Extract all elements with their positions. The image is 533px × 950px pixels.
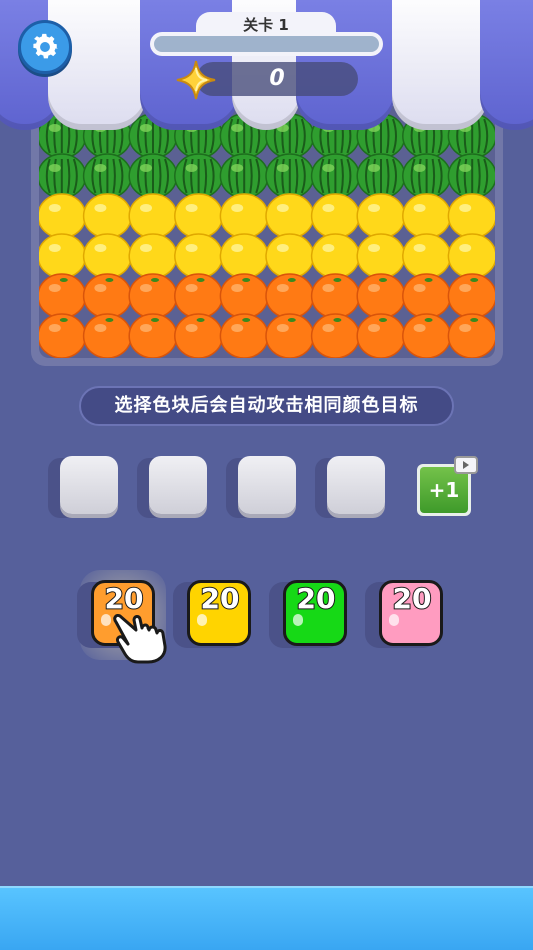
watermelon-fruit bbox=[265, 153, 315, 199]
score-counter: 0 bbox=[196, 62, 358, 96]
video-icon bbox=[454, 456, 478, 474]
fruit-grid bbox=[39, 113, 495, 358]
orange-fruit bbox=[39, 273, 87, 319]
lemon-fruit bbox=[219, 233, 269, 279]
orange-fruit bbox=[447, 273, 495, 319]
empty-slot bbox=[48, 456, 120, 518]
lemon-fruit bbox=[128, 233, 178, 279]
orange-fruit bbox=[447, 313, 495, 358]
watermelon-fruit bbox=[402, 153, 452, 199]
color-block-green[interactable]: 20 bbox=[269, 580, 349, 648]
lemon-fruit bbox=[265, 193, 315, 239]
orange-fruit bbox=[219, 273, 269, 319]
watermelon-fruit bbox=[39, 153, 87, 199]
lemon-fruit bbox=[402, 233, 452, 279]
orange-fruit bbox=[82, 313, 132, 358]
empty-slot bbox=[315, 456, 387, 518]
color-block-yellow[interactable]: 20 bbox=[173, 580, 253, 648]
orange-fruit bbox=[174, 313, 224, 358]
level-progress-bar bbox=[150, 32, 383, 56]
lemon-fruit bbox=[356, 233, 406, 279]
orange-fruit bbox=[219, 313, 269, 358]
orange-fruit bbox=[128, 273, 178, 319]
settings-button[interactable] bbox=[18, 20, 72, 74]
lemon-fruit bbox=[82, 233, 132, 279]
orange-fruit bbox=[356, 273, 406, 319]
empty-slot bbox=[137, 456, 209, 518]
lemon-fruit bbox=[174, 193, 224, 239]
lemon-fruit bbox=[447, 233, 495, 279]
orange-fruit bbox=[310, 313, 360, 358]
bottom-bar bbox=[0, 886, 533, 950]
lemon-fruit bbox=[219, 193, 269, 239]
lemon-fruit bbox=[174, 233, 224, 279]
block-count: 20 bbox=[296, 581, 337, 616]
color-block-pink[interactable]: 20 bbox=[365, 580, 445, 648]
hand-pointer-icon bbox=[113, 614, 167, 664]
fruit-board bbox=[31, 98, 503, 366]
lemon-fruit bbox=[39, 233, 87, 279]
watermelon-fruit bbox=[356, 153, 406, 199]
watermelon-fruit bbox=[219, 153, 269, 199]
orange-fruit bbox=[128, 313, 178, 358]
lemon-fruit bbox=[447, 193, 495, 239]
block-count: 20 bbox=[392, 581, 433, 616]
orange-fruit bbox=[402, 273, 452, 319]
orange-fruit bbox=[402, 313, 452, 358]
score-value: 0 bbox=[269, 66, 285, 91]
lemon-fruit bbox=[265, 233, 315, 279]
orange-fruit bbox=[39, 313, 87, 358]
watermelon-fruit bbox=[82, 153, 132, 199]
empty-slot bbox=[226, 456, 298, 518]
hint-text: 选择色块后会自动攻击相同颜色目标 bbox=[79, 386, 454, 426]
lemon-fruit bbox=[82, 193, 132, 239]
lemon-fruit bbox=[39, 193, 87, 239]
orange-fruit bbox=[356, 313, 406, 358]
star-icon bbox=[176, 60, 216, 100]
lemon-fruit bbox=[128, 193, 178, 239]
game-screen: 关卡 1 0 选择色块后会自动攻击相同颜色目标 +1 20 20 20 20 bbox=[0, 0, 533, 950]
watermelon-fruit bbox=[128, 153, 178, 199]
orange-fruit bbox=[265, 313, 315, 358]
block-count: 20 bbox=[200, 581, 241, 616]
watermelon-fruit bbox=[310, 153, 360, 199]
lemon-fruit bbox=[310, 233, 360, 279]
gear-icon bbox=[33, 33, 59, 59]
orange-fruit bbox=[174, 273, 224, 319]
lemon-fruit bbox=[402, 193, 452, 239]
lemon-fruit bbox=[310, 193, 360, 239]
orange-fruit bbox=[310, 273, 360, 319]
orange-fruit bbox=[82, 273, 132, 319]
watermelon-fruit bbox=[447, 153, 495, 199]
lemon-fruit bbox=[356, 193, 406, 239]
orange-fruit bbox=[265, 273, 315, 319]
watermelon-fruit bbox=[174, 153, 224, 199]
